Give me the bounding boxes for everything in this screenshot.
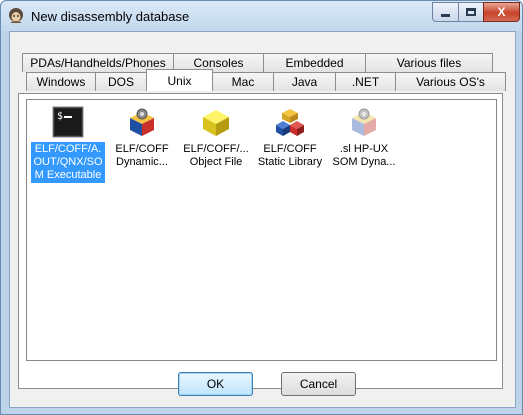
- list-item[interactable]: ELF/COFF/... Object File: [179, 102, 253, 170]
- list-item[interactable]: ELF/COFF Static Library: [253, 102, 327, 170]
- tab-various-os[interactable]: Various OS's: [395, 72, 506, 91]
- maximize-icon: [466, 8, 476, 16]
- format-list[interactable]: $ ELF/COFF/A. OUT/QNX/SO M Executable EL…: [26, 99, 497, 361]
- yellow-cube-icon: [203, 110, 229, 136]
- item-label-line: Static Library: [257, 156, 323, 168]
- item-label-line: Object File: [189, 156, 243, 168]
- gear-cube-icon: [130, 108, 154, 136]
- list-item[interactable]: $ ELF/COFF/A. OUT/QNX/SO M Executable: [31, 102, 105, 183]
- tab-various-files[interactable]: Various files: [365, 53, 493, 72]
- list-item[interactable]: .sl HP-UX SOM Dyna...: [327, 102, 401, 170]
- gear-cube-faded-icon: [352, 108, 376, 136]
- close-button[interactable]: X: [483, 2, 520, 22]
- item-label-line: ELF/COFF: [115, 143, 169, 155]
- tab-unix[interactable]: Unix: [146, 69, 213, 91]
- item-label-line: Dynamic...: [116, 156, 168, 168]
- tab-embedded[interactable]: Embedded: [263, 53, 366, 72]
- close-icon: X: [497, 5, 506, 19]
- cancel-button[interactable]: Cancel: [281, 372, 356, 396]
- maximize-button[interactable]: [458, 2, 484, 22]
- item-label-line: ELF/COFF: [263, 143, 317, 155]
- list-item[interactable]: ELF/COFF Dynamic...: [105, 102, 179, 170]
- tab-dotnet[interactable]: .NET: [335, 72, 396, 91]
- title-bar[interactable]: New disassembly database X: [1, 1, 522, 31]
- ok-button[interactable]: OK: [178, 372, 253, 396]
- console-executable-icon: $: [52, 106, 84, 138]
- app-icon: [9, 8, 23, 23]
- dialog-client: PDAs/Handhelds/Phones Consoles Embedded …: [9, 31, 516, 408]
- tab-row-back: PDAs/Handhelds/Phones Consoles Embedded …: [22, 53, 493, 72]
- item-label-line: ELF/COFF/...: [183, 143, 249, 155]
- library-cubes-icon: [276, 109, 304, 136]
- tab-java[interactable]: Java: [273, 72, 336, 91]
- minimize-icon: [441, 13, 450, 17]
- tab-dos[interactable]: DOS: [95, 72, 147, 91]
- item-label-line: SOM Dyna...: [332, 156, 396, 168]
- item-label-line: ELF/COFF/A.: [34, 143, 102, 155]
- item-label-line: M Executable: [34, 169, 102, 181]
- svg-text:$: $: [57, 111, 63, 122]
- window-title: New disassembly database: [31, 9, 190, 24]
- tab-row-front: Windows DOS Unix Mac Java .NET Various O…: [26, 69, 506, 91]
- dialog-window: New disassembly database X PDAs/Handheld…: [0, 0, 523, 415]
- tab-mac[interactable]: Mac: [212, 72, 274, 91]
- item-label-line: OUT/QNX/SO: [33, 156, 103, 168]
- item-label-line: .sl HP-UX: [339, 143, 389, 155]
- tab-windows[interactable]: Windows: [26, 72, 96, 91]
- minimize-button[interactable]: [432, 2, 459, 22]
